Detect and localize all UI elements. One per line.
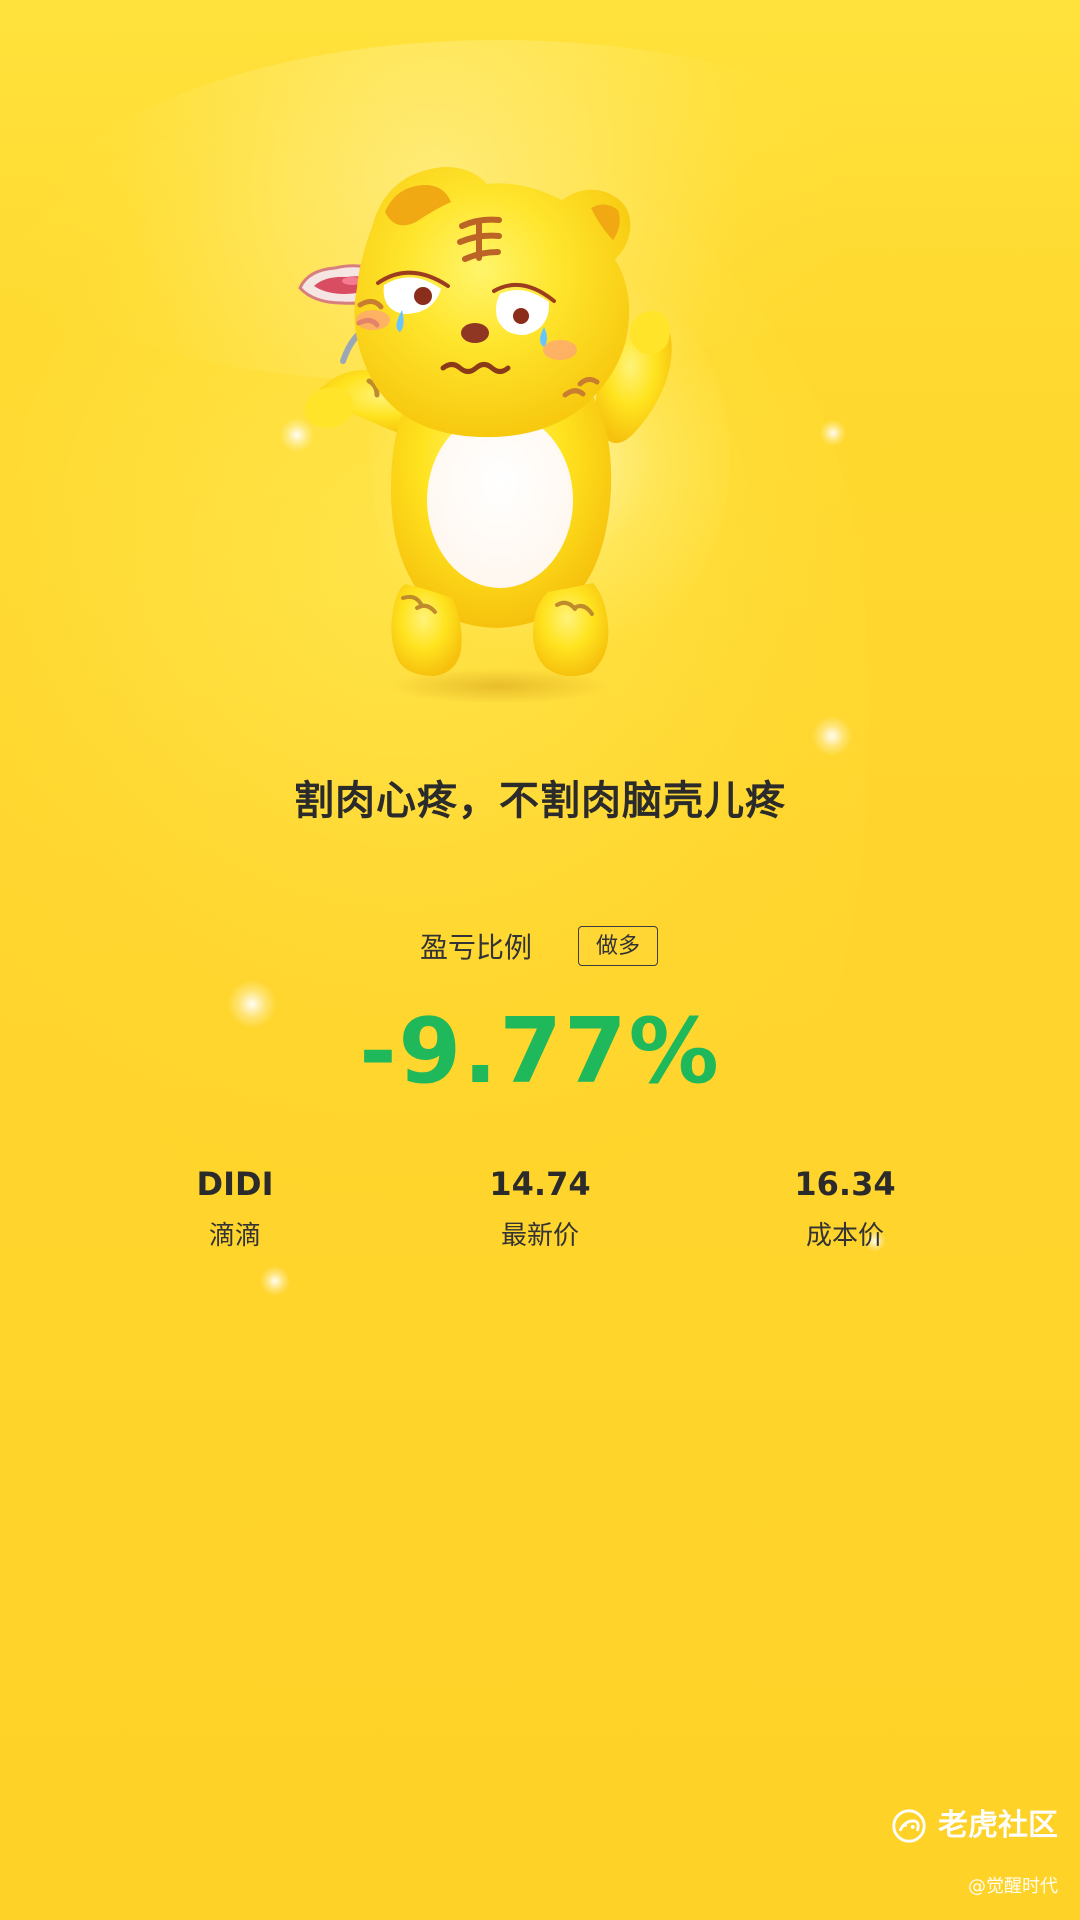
watermark-brand: 老虎社区: [890, 1802, 1058, 1850]
cost-price-value: 16.34: [794, 1165, 896, 1203]
stock-symbol: DIDI: [196, 1165, 274, 1203]
latest-price-value: 14.74: [489, 1165, 591, 1203]
stat-symbol: DIDI 滴滴: [125, 1158, 345, 1268]
latest-price-label: 最新价: [500, 1221, 579, 1251]
stats-row: DIDI 滴滴 14.74 最新价 16.34 成本价: [0, 1158, 1080, 1268]
author-handle: @觉醒时代: [968, 1876, 1058, 1897]
stat-cost-price: 16.34 成本价: [735, 1158, 955, 1268]
tiger-mascot-icon: [298, 166, 672, 704]
position-badge: 做多: [578, 926, 658, 966]
stat-latest-price: 14.74 最新价: [430, 1158, 650, 1268]
brand-name: 老虎社区: [938, 1808, 1058, 1843]
profit-ratio-label: 盈亏比例: [420, 931, 533, 964]
profit-ratio-value: -9.77%: [359, 999, 721, 1104]
share-card-screen: 割肉心疼，不割肉脑壳儿疼 盈亏比例 做多 -9.77% DIDI 滴滴 14.7…: [0, 0, 1080, 1920]
mascot: [280, 160, 800, 720]
tiger-community-logo-icon: [892, 1809, 926, 1843]
sparkle: [812, 716, 852, 756]
profit-row: 盈亏比例 做多: [0, 924, 1080, 972]
stock-name: 滴滴: [208, 1221, 261, 1251]
headline: 割肉心疼，不割肉脑壳儿疼: [294, 778, 786, 824]
cost-price-label: 成本价: [805, 1221, 884, 1251]
sparkle: [820, 420, 846, 446]
sparkle: [260, 1266, 290, 1296]
